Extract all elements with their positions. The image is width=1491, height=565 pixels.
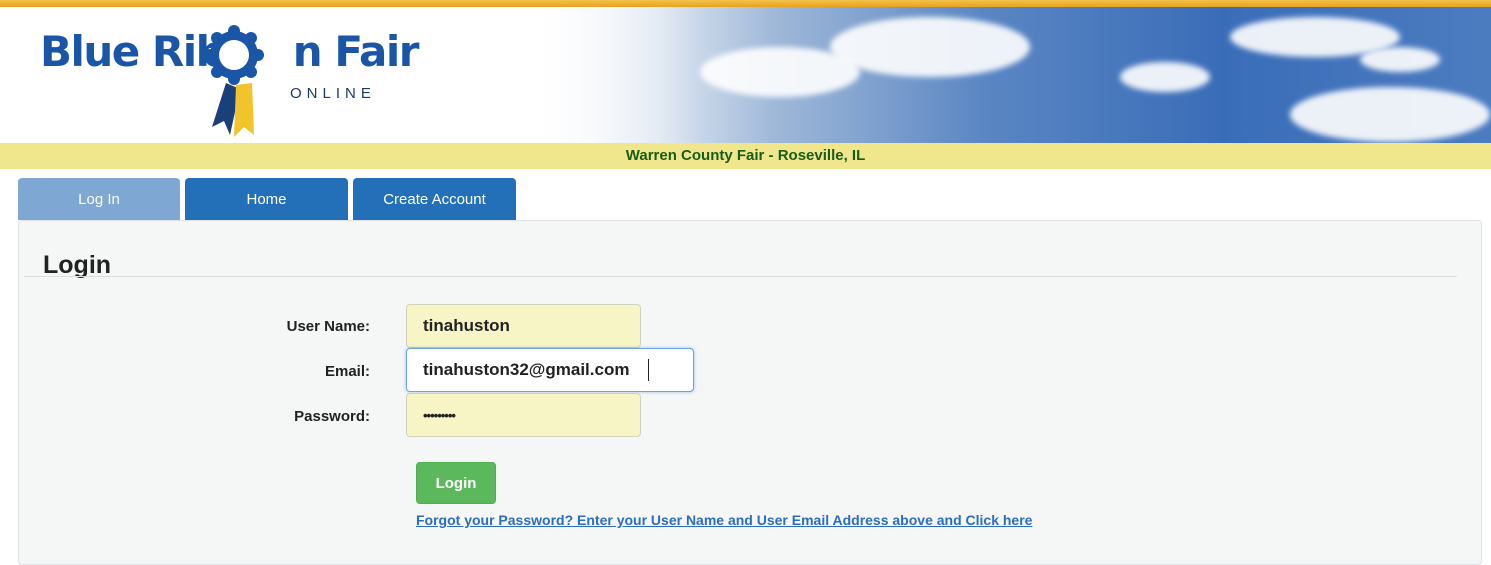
logo-text-right: n Fair [292,27,420,76]
forgot-password-link[interactable]: Forgot your Password? Enter your User Na… [416,512,1032,528]
email-label: Email: [324,363,370,380]
tab-label: Log In [78,190,120,208]
top-accent-stripe [0,0,1491,7]
tab-create-account[interactable]: Create Account [353,178,516,220]
cloud [1290,87,1490,142]
email-input[interactable] [406,348,694,392]
username-input[interactable] [406,304,641,348]
login-button[interactable]: Login [416,462,496,504]
site-header: Blue Ribb n Fair ONLINE [0,7,1491,143]
cloud [1120,62,1210,92]
username-label: User Name: [286,318,370,335]
title-divider [24,276,1457,277]
password-input[interactable]: ••••••••• [406,393,641,437]
site-logo[interactable]: Blue Ribb n Fair ONLINE [40,25,420,140]
cloud [1360,47,1440,72]
ribbon-rosette-icon [204,25,264,137]
tab-log-in[interactable]: Log In [18,178,180,220]
text-caret [648,359,649,381]
tab-label: Home [246,190,287,208]
password-label: Password: [294,408,370,425]
logo-subtext: ONLINE [290,85,376,102]
fair-title-banner: Warren County Fair - Roseville, IL [0,143,1491,169]
tab-label: Create Account [383,190,486,208]
password-mask: ••••••••• [423,407,456,423]
tab-home[interactable]: Home [185,178,348,220]
cloud [830,17,1030,77]
fair-title: Warren County Fair - Roseville, IL [625,147,866,164]
